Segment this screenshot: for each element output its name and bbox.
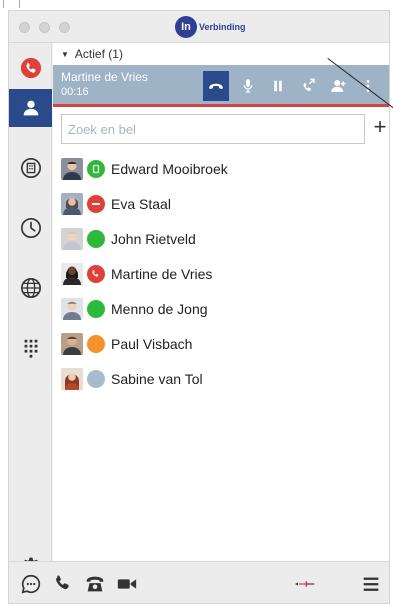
status-available-icon	[87, 229, 105, 248]
sidebar-item-calls[interactable]	[9, 49, 52, 87]
add-button[interactable]: +	[371, 115, 389, 141]
sidebar-item-history[interactable]	[9, 209, 52, 247]
contact-row[interactable]: John Rietveld	[61, 221, 381, 256]
contact-list: Edward Mooibroek Eva Staal John Rietveld…	[61, 151, 381, 396]
contact-row[interactable]: Menno de Jong	[61, 291, 381, 326]
status-available-icon	[87, 299, 105, 318]
sidebar-item-dialpad[interactable]	[9, 329, 52, 367]
phone-transfer-icon	[303, 78, 315, 91]
contact-row[interactable]: Sabine van Tol	[61, 361, 381, 396]
phone-icon	[20, 57, 41, 79]
active-section-label: Actief (1)	[74, 47, 123, 61]
contact-row[interactable]: Paul Visbach	[61, 326, 381, 361]
close-window-button[interactable]	[19, 22, 30, 33]
call-name: Martine de Vries	[61, 70, 148, 84]
contact-name: Edward Mooibroek	[111, 160, 228, 177]
person-add-icon	[331, 80, 346, 92]
avatar	[61, 262, 83, 285]
minimize-window-button[interactable]	[39, 22, 50, 33]
sidebar-item-contacts[interactable]	[9, 89, 52, 127]
call-button[interactable]	[51, 572, 75, 596]
main-panel: ▼ Actief (1) Martine de Vries 00:16 Zoek…	[53, 43, 389, 561]
border-tick	[3, 0, 4, 8]
sidebar-item-company[interactable]	[9, 149, 52, 187]
triangle-down-icon: ▼	[61, 49, 69, 59]
slider-icon	[295, 581, 315, 587]
status-dnd-icon	[87, 194, 105, 213]
call-duration: 00:16	[61, 86, 89, 98]
title-bar: In Verbinding	[9, 11, 389, 43]
zoom-window-button[interactable]	[59, 22, 70, 33]
bottom-toolbar	[9, 561, 389, 603]
active-section-toggle[interactable]: ▼ Actief (1)	[53, 43, 389, 65]
active-call-bar: Martine de Vries 00:16	[53, 65, 389, 107]
microphone-icon	[243, 79, 253, 93]
avatar	[61, 297, 83, 320]
contact-name: Paul Visbach	[111, 335, 193, 352]
screen: In Verbinding ▼ Actief (1) Martine de Vr…	[0, 0, 393, 606]
logo-mark: In	[175, 16, 197, 38]
hamburger-menu-icon	[363, 577, 379, 591]
hangup-button[interactable]	[203, 71, 229, 101]
contact-name: Martine de Vries	[111, 265, 213, 282]
chat-button[interactable]	[19, 572, 43, 596]
avatar	[61, 192, 83, 215]
contact-name: John Rietveld	[111, 230, 196, 247]
menu-button[interactable]	[359, 572, 383, 596]
search-input[interactable]	[62, 115, 364, 143]
person-icon	[23, 100, 38, 116]
volume-slider[interactable]	[285, 572, 325, 596]
border-tick	[19, 0, 20, 8]
video-button[interactable]	[115, 572, 139, 596]
search-box	[61, 114, 365, 144]
contact-name: Eva Staal	[111, 195, 171, 212]
logo-text: Verbinding	[199, 22, 246, 32]
avatar	[61, 332, 83, 355]
hold-button[interactable]	[265, 71, 291, 101]
deskphone-icon	[86, 576, 104, 592]
transfer-button[interactable]	[295, 71, 321, 101]
contact-row[interactable]: Martine de Vries	[61, 256, 381, 291]
dialpad-icon	[24, 339, 37, 358]
status-offline-icon	[87, 369, 105, 388]
building-icon	[20, 158, 41, 178]
deskphone-button[interactable]	[83, 572, 107, 596]
contact-name: Menno de Jong	[111, 300, 208, 317]
mute-button[interactable]	[235, 71, 261, 101]
status-busy-icon	[87, 159, 105, 178]
status-away-icon	[87, 334, 105, 353]
app-logo: In Verbinding	[175, 16, 246, 38]
contact-row[interactable]: Eva Staal	[61, 186, 381, 221]
sidebar	[9, 43, 52, 577]
avatar	[61, 227, 83, 250]
avatar	[61, 157, 83, 180]
globe-icon	[20, 278, 41, 298]
hangup-icon	[209, 83, 223, 90]
contact-name: Sabine van Tol	[111, 370, 203, 387]
pause-icon	[274, 80, 282, 92]
phone-icon	[56, 575, 69, 590]
video-camera-icon	[117, 579, 137, 589]
chat-icon	[21, 574, 41, 594]
add-participant-button[interactable]	[325, 71, 351, 101]
sidebar-item-web[interactable]	[9, 269, 52, 307]
status-in-call-icon	[87, 264, 105, 283]
avatar	[61, 367, 83, 390]
app-window: In Verbinding ▼ Actief (1) Martine de Vr…	[8, 10, 390, 604]
clock-icon	[20, 218, 41, 238]
contact-row[interactable]: Edward Mooibroek	[61, 151, 381, 186]
